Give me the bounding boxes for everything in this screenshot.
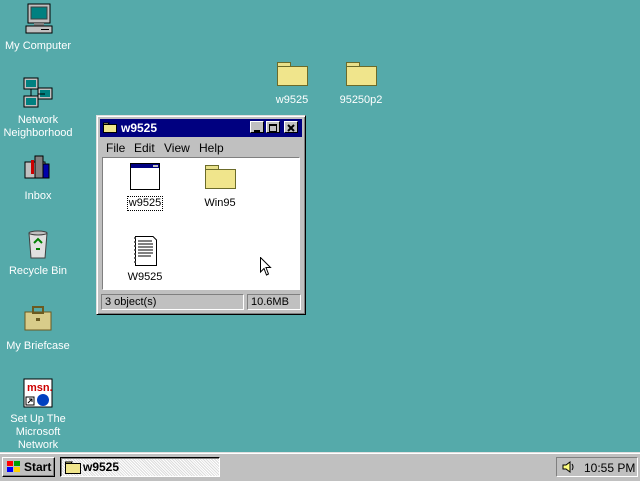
text-document-icon <box>129 235 161 267</box>
file-item-w9525-document[interactable]: W9525 <box>110 235 180 284</box>
desktop-icon-label: Inbox <box>24 190 52 202</box>
recycle-bin-icon <box>21 227 55 261</box>
start-button[interactable]: Start <box>2 457 55 477</box>
desktop-folder-95250p2[interactable]: 95250p2 <box>323 56 399 107</box>
mouse-cursor-icon <box>260 256 272 280</box>
desktop-icon-label: Set Up The Microsoft Network <box>10 413 66 451</box>
window-titlebar[interactable]: w9525 <box>100 119 302 137</box>
desktop-icon-recycle-bin[interactable]: Recycle Bin <box>0 227 76 278</box>
status-size: 10.6MB <box>247 294 301 310</box>
folder-icon <box>344 56 378 90</box>
folder-icon <box>103 122 117 133</box>
folder-icon <box>204 161 236 193</box>
file-item-w9525-program[interactable]: w9525 <box>110 161 180 211</box>
file-item-label: W9525 <box>127 271 163 283</box>
folder-icon <box>275 56 309 90</box>
desktop-icon-label: My Briefcase <box>6 340 70 352</box>
menu-file[interactable]: File <box>106 141 125 155</box>
close-button[interactable] <box>284 121 298 133</box>
file-item-label: Win95 <box>204 197 236 209</box>
file-item-label: w9525 <box>126 196 164 211</box>
menu-bar: File Edit View Help <box>100 139 302 156</box>
desktop-icon-label: w9525 <box>275 94 309 106</box>
svg-text:msn.: msn. <box>27 382 53 394</box>
menu-edit[interactable]: Edit <box>134 141 155 155</box>
maximize-button[interactable] <box>266 121 280 133</box>
network-icon <box>21 76 55 110</box>
status-object-count: 3 object(s) <box>101 294 244 310</box>
volume-speaker-icon[interactable] <box>561 460 577 477</box>
minimize-button[interactable] <box>250 121 264 133</box>
windows-logo-icon <box>6 460 22 477</box>
clock[interactable]: 10:55 PM <box>584 461 635 475</box>
taskbar: Start w9525 10:55 PM <box>0 452 640 481</box>
desktop-icon-label: 95250p2 <box>339 94 383 106</box>
taskbar-button-w9525[interactable]: w9525 <box>60 457 220 477</box>
desktop-icon-label: Recycle Bin <box>8 265 68 277</box>
desktop-icon-msn[interactable]: msn. Set Up The Microsoft Network <box>0 377 76 452</box>
desktop-icon-label: Network Neighborhood <box>3 114 73 139</box>
menu-help[interactable]: Help <box>199 141 224 155</box>
desktop-icon-inbox[interactable]: Inbox <box>0 152 76 203</box>
desktop-folder-w9525[interactable]: w9525 <box>254 56 330 107</box>
system-tray: 10:55 PM <box>556 457 638 477</box>
briefcase-icon <box>21 302 55 336</box>
folder-window[interactable]: w9525 File Edit View Help w9525 Win95 W9… <box>96 115 306 315</box>
status-bar: 3 object(s) 10.6MB <box>100 293 302 311</box>
file-item-win95-folder[interactable]: Win95 <box>185 161 255 210</box>
desktop-icon-my-computer[interactable]: My Computer <box>0 2 76 53</box>
inbox-icon <box>21 152 55 186</box>
program-window-icon <box>129 161 161 193</box>
window-title: w9525 <box>121 121 158 135</box>
msn-icon: msn. <box>21 377 55 411</box>
taskbar-button-label: w9525 <box>83 460 120 474</box>
desktop-icon-my-briefcase[interactable]: My Briefcase <box>0 302 76 353</box>
start-label: Start <box>24 460 52 474</box>
folder-icon <box>65 461 81 477</box>
computer-icon <box>21 2 55 36</box>
desktop-icon-network-neighborhood[interactable]: Network Neighborhood <box>0 76 76 140</box>
desktop-icon-label: My Computer <box>4 40 72 52</box>
menu-view[interactable]: View <box>164 141 190 155</box>
